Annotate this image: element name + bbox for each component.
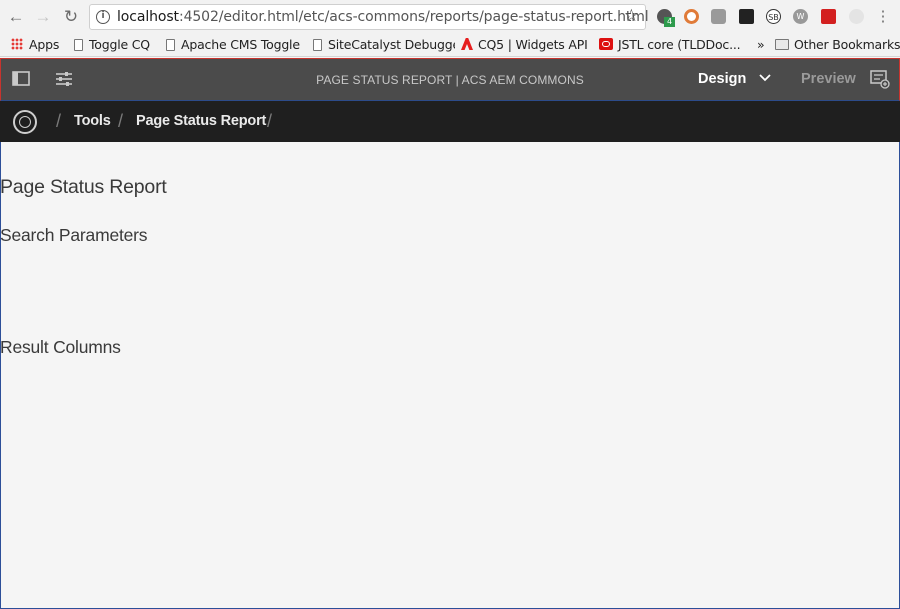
bookmark-apache-cms-toggle[interactable]: Apache CMS Toggle — [166, 37, 300, 52]
bookmark-toggle-cq[interactable]: Toggle CQ — [74, 37, 150, 52]
adobe-icon — [461, 38, 473, 50]
w-extension-icon[interactable]: W — [793, 9, 808, 24]
camera-icon[interactable] — [711, 9, 726, 24]
shield-extension-icon[interactable] — [849, 9, 864, 24]
bookmark-sitecatalyst[interactable]: SiteCatalyst Debugger — [313, 37, 455, 52]
bookmark-star-icon[interactable]: ☆ — [624, 6, 639, 26]
preview-button[interactable]: Preview — [801, 71, 856, 87]
browser-toolbar: ← → ↻ i localhost:4502/editor.html/etc/a… — [0, 0, 900, 33]
sb-extension-icon[interactable]: SB — [766, 9, 781, 24]
bookmark-other[interactable]: Other Bookmarks — [775, 37, 900, 52]
page-icon — [74, 39, 83, 51]
search-parameters-heading: Search Parameters — [0, 225, 148, 245]
reload-icon[interactable]: ↻ — [60, 6, 82, 28]
design-mode-label: Design — [698, 71, 747, 87]
breadcrumb-item-tools[interactable]: Tools — [74, 113, 111, 129]
breadcrumb-separator: / — [118, 111, 124, 131]
page-icon — [166, 39, 175, 51]
folder-icon — [775, 39, 789, 50]
url-text: localhost:4502/editor.html/etc/acs-commo… — [117, 9, 649, 25]
aem-logo-icon[interactable] — [13, 110, 37, 134]
bookmarks-bar: Apps Toggle CQ Apache CMS Toggle SiteCat… — [0, 33, 900, 57]
bookmark-jstl-core[interactable]: JSTL core (TLDDoc... — [599, 37, 741, 52]
info-icon[interactable]: i — [96, 10, 110, 24]
page-title: Page Status Report — [0, 176, 167, 198]
annotate-icon[interactable] — [870, 70, 890, 89]
forward-icon[interactable]: → — [32, 6, 54, 28]
breadcrumb-separator: / — [267, 111, 273, 131]
breadcrumb: / Tools / Page Status Report / — [0, 101, 900, 142]
page-content-frame — [0, 142, 900, 609]
design-mode-dropdown[interactable]: Design — [698, 71, 772, 87]
red-extension-icon[interactable] — [821, 9, 836, 24]
page-icon — [313, 39, 322, 51]
result-columns-heading: Result Columns — [0, 337, 121, 357]
bookmark-cq5-widgets[interactable]: CQ5 | Widgets API — [461, 37, 588, 52]
bookmark-apps[interactable]: Apps — [11, 37, 59, 52]
extension-ring-icon[interactable] — [684, 9, 699, 24]
address-bar[interactable]: i localhost:4502/editor.html/etc/acs-com… — [89, 4, 649, 30]
layers-icon[interactable] — [739, 9, 754, 24]
apps-grid-icon — [11, 38, 23, 50]
menu-icon[interactable]: ⋮ — [872, 6, 894, 28]
bookmarks-overflow[interactable]: » — [757, 37, 765, 52]
editor-header: PAGE STATUS REPORT | ACS AEM COMMONS Des… — [0, 58, 900, 101]
back-icon[interactable]: ← — [5, 6, 27, 28]
breadcrumb-separator: / — [56, 111, 62, 131]
oracle-icon — [599, 38, 613, 50]
extension-badge: 4 — [664, 17, 675, 27]
chevron-down-icon — [759, 74, 772, 82]
breadcrumb-item-page-status-report[interactable]: Page Status Report — [136, 113, 266, 129]
